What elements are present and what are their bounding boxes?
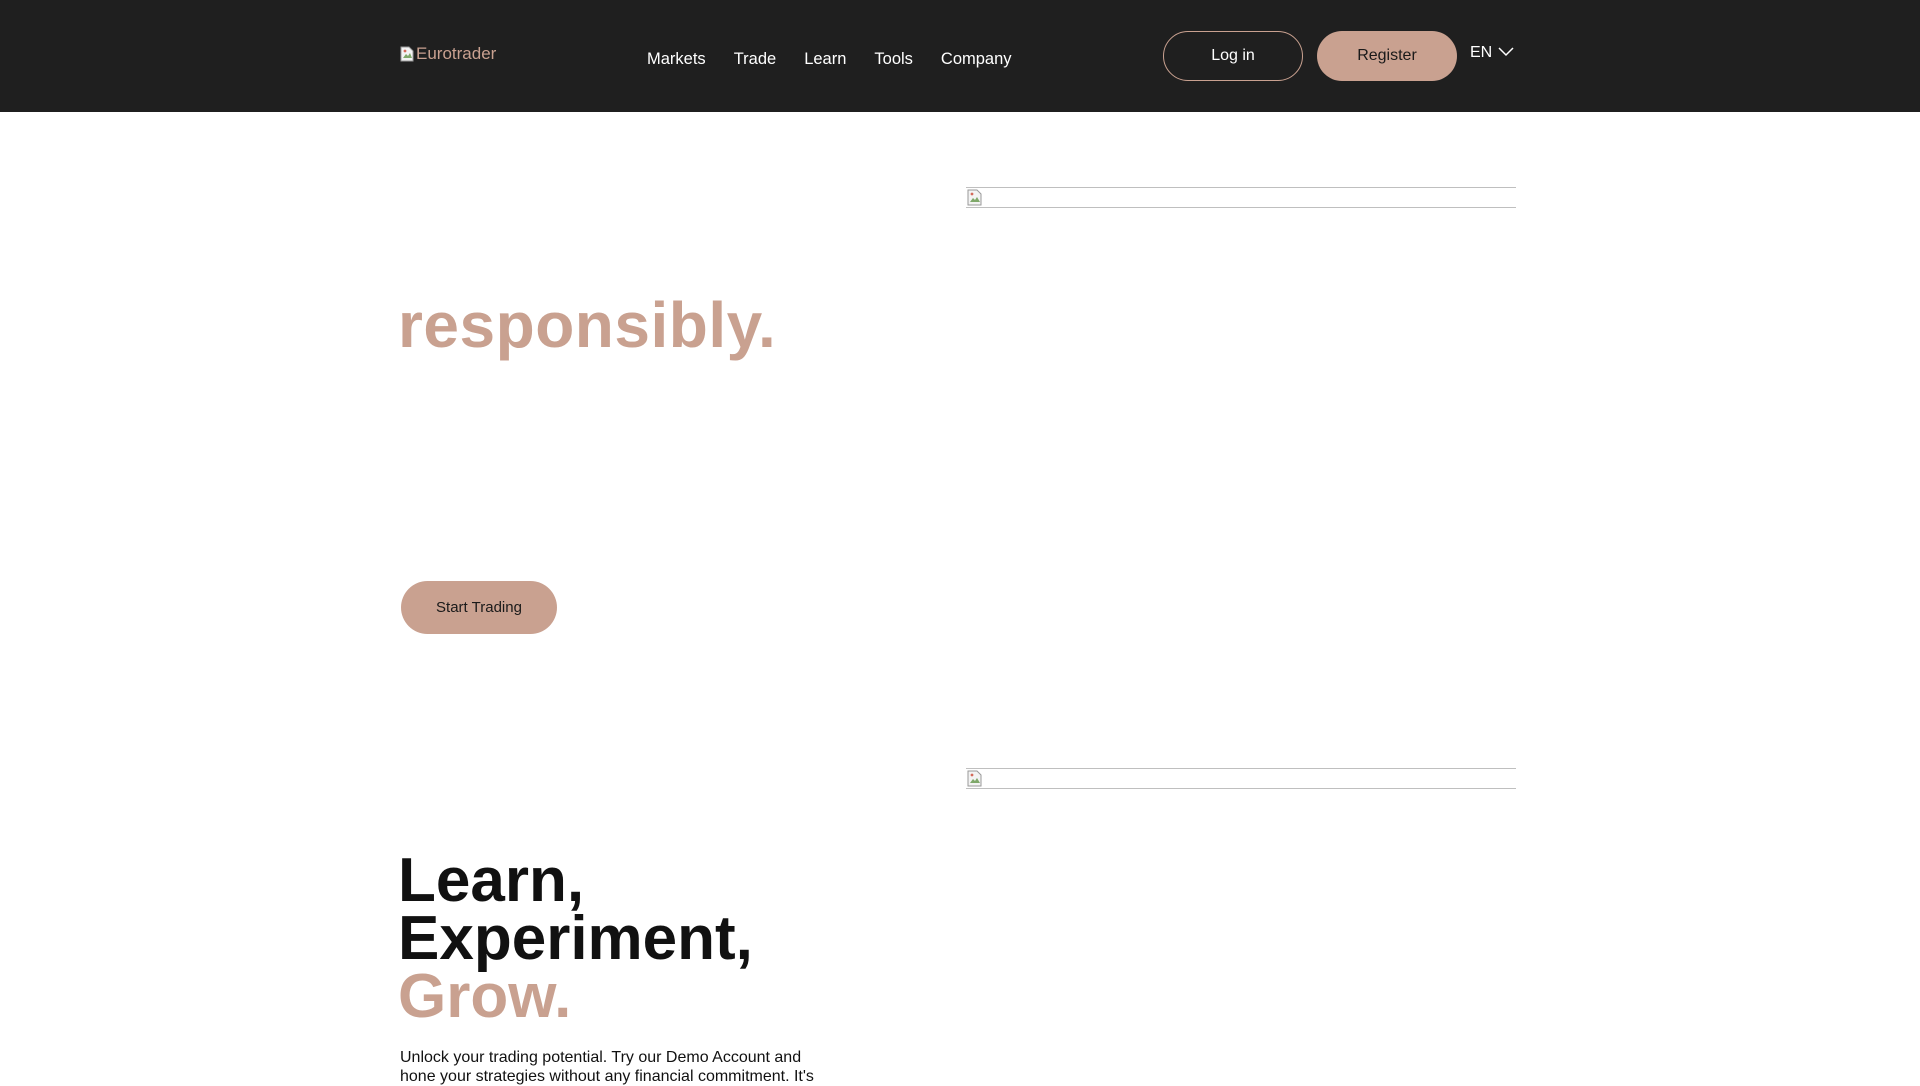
hero-heading-highlight: responsibly. <box>398 289 777 361</box>
heading-line-learn: Learn, <box>398 846 585 915</box>
broken-image-icon <box>967 189 983 211</box>
language-label: EN <box>1470 44 1493 61</box>
hero-image <box>966 187 1516 208</box>
nav-item-markets[interactable]: Markets <box>647 50 706 69</box>
heading-line-grow: Grow. <box>398 962 572 1031</box>
language-selector[interactable]: EN <box>1470 44 1514 62</box>
main-nav: Markets Trade Learn Tools Company <box>647 50 1040 69</box>
site-header: Eurotrader Markets Trade Learn Tools Com… <box>0 0 1920 112</box>
demo-section-heading: Learn, Experiment, Grow. <box>398 846 753 1031</box>
logo-alt-text: Eurotrader <box>416 44 497 63</box>
nav-item-learn[interactable]: Learn <box>804 50 846 69</box>
demo-section-body: Unlock your trading potential. Try our D… <box>400 1049 814 1085</box>
broken-image-icon <box>400 46 414 62</box>
broken-image-icon <box>967 770 983 792</box>
nav-item-trade[interactable]: Trade <box>734 50 777 69</box>
chevron-down-icon <box>1498 44 1514 62</box>
demo-section-image <box>966 768 1516 789</box>
heading-line-experiment: Experiment, <box>398 904 753 973</box>
nav-item-tools[interactable]: Tools <box>874 50 913 69</box>
nav-item-company[interactable]: Company <box>941 50 1012 69</box>
register-button[interactable]: Register <box>1317 31 1457 81</box>
start-trading-button[interactable]: Start Trading <box>401 581 557 634</box>
logo[interactable]: Eurotrader <box>400 44 496 64</box>
login-button[interactable]: Log in <box>1163 31 1303 81</box>
